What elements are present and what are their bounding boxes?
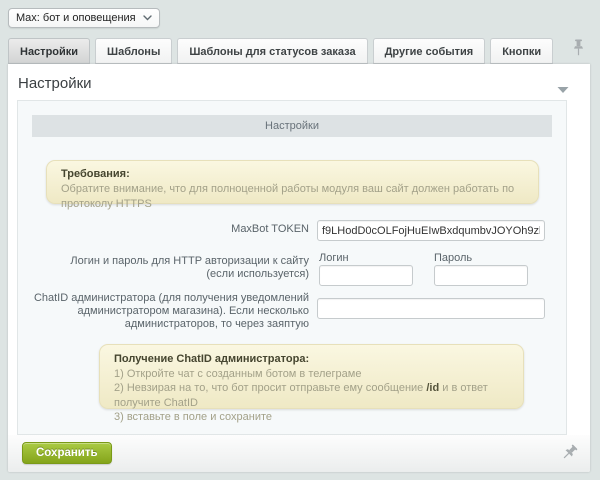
- requirements-text: Обратите внимание, что для полноценной р…: [61, 182, 524, 212]
- chatid-input[interactable]: [317, 298, 545, 319]
- module-select[interactable]: Max: бот и оповещения: [8, 8, 160, 28]
- tab-buttons[interactable]: Кнопки: [490, 38, 553, 64]
- password-label: Пароль: [434, 252, 472, 264]
- tab-bar: Настройки Шаблоны Шаблоны для статусов з…: [8, 38, 553, 64]
- collapse-arrow-icon[interactable]: [557, 81, 569, 99]
- form-section-header: Настройки: [32, 115, 552, 137]
- login-label: Логин: [319, 252, 349, 264]
- tab-other-events[interactable]: Другие события: [373, 38, 486, 64]
- page: Max: бот и оповещения Настройки Шаблоны …: [0, 0, 600, 480]
- module-select-value: Max: бот и оповещения: [16, 12, 136, 24]
- page-title: Настройки: [18, 75, 92, 92]
- token-field-label: MaxBot TOKEN: [41, 223, 309, 236]
- requirements-title: Требования:: [61, 167, 524, 182]
- pin-icon-tilted[interactable]: [563, 444, 576, 466]
- settings-panel: Настройки Настройки Требования: Обратите…: [8, 64, 590, 472]
- password-input[interactable]: [434, 265, 528, 286]
- form-footer: Сохранить: [8, 435, 590, 472]
- token-input[interactable]: [317, 220, 545, 241]
- chatid-help-notice: Получение ChatID администратора: 1) Откр…: [99, 344, 524, 409]
- save-button[interactable]: Сохранить: [22, 442, 112, 464]
- chatid-help-step3: 3) вставьте в поле и сохраните: [114, 410, 509, 425]
- tab-settings[interactable]: Настройки: [8, 38, 90, 64]
- chatid-help-step2: 2) Невзирая на то, что бот просит отправ…: [114, 381, 509, 410]
- chatid-field-label: ChatID администратора (для получения уве…: [29, 292, 309, 331]
- requirements-notice: Требования: Обратите внимание, что для п…: [46, 160, 539, 204]
- chatid-help-step1: 1) Откройте чат с созданным ботом в теле…: [114, 367, 509, 382]
- tab-templates[interactable]: Шаблоны: [95, 38, 172, 64]
- login-input[interactable]: [319, 265, 413, 286]
- http-auth-field-label: Логин и пароль для HTTP авторизации к са…: [41, 255, 309, 281]
- settings-form-section: Настройки Требования: Обратите внимание,…: [17, 100, 567, 435]
- chatid-help-title: Получение ChatID администратора:: [114, 352, 509, 367]
- chevron-down-icon: [143, 15, 152, 21]
- pin-icon[interactable]: [572, 39, 585, 61]
- tab-order-status-templates[interactable]: Шаблоны для статусов заказа: [177, 38, 367, 64]
